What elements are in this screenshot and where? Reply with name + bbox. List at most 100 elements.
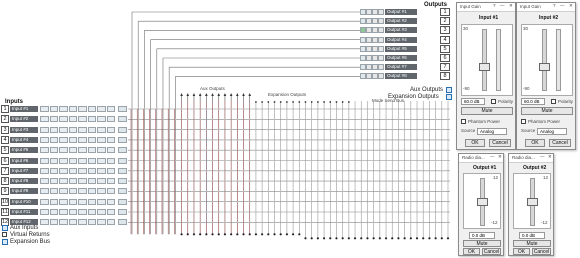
- input-dsp-block[interactable]: [87, 136, 96, 143]
- minimize-icon[interactable]: —: [500, 3, 505, 9]
- mute-button[interactable]: Mute: [463, 240, 501, 247]
- output-dsp-block[interactable]: [360, 18, 366, 25]
- input-dsp-block[interactable]: [106, 126, 115, 133]
- output-dsp-block[interactable]: [378, 9, 384, 15]
- input-mix-block[interactable]: [118, 188, 127, 195]
- help-icon[interactable]: ?: [553, 3, 556, 9]
- output-level-field[interactable]: 0.0 dB: [519, 232, 545, 239]
- input-dsp-block[interactable]: [49, 209, 58, 215]
- input-name[interactable]: Input #3: [10, 126, 38, 133]
- output-dsp-block[interactable]: [378, 55, 384, 61]
- output-row[interactable]: Output #7 7: [360, 63, 452, 72]
- input-dsp-block[interactable]: [40, 219, 49, 226]
- input-dsp-block[interactable]: [97, 178, 106, 185]
- output-dsp-block[interactable]: [360, 9, 366, 15]
- input-dsp-block[interactable]: [68, 116, 77, 123]
- input-dsp-block[interactable]: [40, 157, 49, 164]
- input-dsp-block[interactable]: [78, 126, 87, 133]
- output-dsp-block[interactable]: [372, 73, 378, 80]
- cancel-button[interactable]: Cancel: [489, 139, 511, 147]
- input-dsp-block[interactable]: [59, 209, 68, 215]
- input-dsp-block[interactable]: [40, 198, 49, 205]
- input-dsp-block[interactable]: [68, 198, 77, 205]
- input-dsp-block[interactable]: [40, 126, 49, 133]
- output-dsp-block[interactable]: [360, 55, 366, 61]
- input-dsp-block[interactable]: [78, 219, 87, 226]
- input-dsp-block[interactable]: [59, 106, 68, 112]
- output-dsp-block[interactable]: [372, 45, 378, 52]
- output-dsp-block[interactable]: [360, 36, 366, 43]
- input-row[interactable]: 10 Input #10: [0, 197, 130, 206]
- output-dsp-block[interactable]: [378, 18, 384, 25]
- phantom-power-checkbox[interactable]: [461, 119, 466, 124]
- input-mix-block[interactable]: [118, 178, 127, 185]
- input-name[interactable]: Input #5: [10, 147, 38, 154]
- input-name[interactable]: Input #2: [10, 116, 38, 123]
- input-dsp-block[interactable]: [78, 198, 87, 205]
- input-dsp-block[interactable]: [87, 157, 96, 164]
- minimize-icon[interactable]: —: [540, 154, 545, 160]
- input-dsp-block[interactable]: [106, 219, 115, 226]
- input-dsp-block[interactable]: [106, 198, 115, 205]
- input-mix-block[interactable]: [118, 147, 127, 154]
- input-row[interactable]: 3 Input #3: [0, 125, 130, 134]
- input-row[interactable]: 8 Input #8: [0, 177, 130, 186]
- input-dsp-block[interactable]: [78, 178, 87, 185]
- expansion-outputs-checkbox[interactable]: [446, 94, 452, 100]
- output-dsp-block[interactable]: [360, 45, 366, 52]
- close-icon[interactable]: ✕: [498, 154, 502, 160]
- gain-fader-thumb[interactable]: [539, 63, 550, 72]
- input-mix-block[interactable]: [118, 116, 127, 123]
- output-dsp-block[interactable]: [372, 9, 378, 15]
- input-dsp-block[interactable]: [87, 147, 96, 154]
- input-name[interactable]: Input #7: [10, 167, 38, 174]
- input-row[interactable]: 6 Input #6: [0, 156, 130, 165]
- output-row[interactable]: Output #5 5: [360, 44, 452, 53]
- output-dsp-block[interactable]: [366, 73, 372, 80]
- output-dsp-block[interactable]: [366, 9, 372, 15]
- gain-value-field[interactable]: 60.0 dB: [461, 98, 485, 105]
- input-dsp-block[interactable]: [49, 147, 58, 154]
- input-mix-block[interactable]: [118, 167, 127, 174]
- output-dsp-block[interactable]: [378, 73, 384, 80]
- input-dsp-block[interactable]: [40, 167, 49, 174]
- input-dsp-block[interactable]: [97, 157, 106, 164]
- cancel-button[interactable]: Cancel: [482, 248, 501, 255]
- input-dsp-block[interactable]: [106, 209, 115, 215]
- input-dsp-block[interactable]: [68, 219, 77, 226]
- output-dsp-block[interactable]: [378, 64, 384, 71]
- input-name[interactable]: Input #4: [10, 136, 38, 143]
- input-dsp-block[interactable]: [87, 167, 96, 174]
- output-name[interactable]: Output #3: [385, 27, 417, 34]
- input-dsp-block[interactable]: [49, 167, 58, 174]
- input-dsp-block[interactable]: [59, 188, 68, 195]
- input-dsp-block[interactable]: [97, 126, 106, 133]
- input-dsp-block[interactable]: [59, 157, 68, 164]
- input-dsp-block[interactable]: [87, 116, 96, 123]
- aux-outputs-checkbox[interactable]: [446, 87, 452, 93]
- input-dsp-block[interactable]: [106, 178, 115, 185]
- input-dsp-block[interactable]: [78, 209, 87, 215]
- ok-button[interactable]: OK: [525, 139, 545, 147]
- input-dsp-block[interactable]: [68, 147, 77, 154]
- input-mix-block[interactable]: [118, 209, 127, 215]
- input-dsp-block[interactable]: [97, 198, 106, 205]
- input-dsp-block[interactable]: [59, 198, 68, 205]
- close-icon[interactable]: ✕: [569, 3, 573, 9]
- virtual-returns-checkbox[interactable]: [2, 232, 7, 237]
- gain-fader-track[interactable]: [542, 29, 547, 91]
- input-dsp-block[interactable]: [49, 126, 58, 133]
- output-level-field[interactable]: 0.0 dB: [469, 232, 495, 239]
- input-dsp-block[interactable]: [87, 219, 96, 226]
- ok-button[interactable]: OK: [513, 248, 530, 255]
- output-name[interactable]: Output #6: [385, 55, 417, 61]
- input-dsp-block[interactable]: [106, 167, 115, 174]
- output-dsp-block[interactable]: [366, 27, 372, 34]
- input-dsp-block[interactable]: [68, 209, 77, 215]
- output-row[interactable]: Output #6 6: [360, 54, 452, 62]
- input-dsp-block[interactable]: [49, 116, 58, 123]
- output-name[interactable]: Output #1: [385, 9, 417, 15]
- phantom-power-checkbox[interactable]: [521, 119, 526, 124]
- input-dsp-block[interactable]: [87, 198, 96, 205]
- input-name[interactable]: Input #11: [10, 209, 38, 215]
